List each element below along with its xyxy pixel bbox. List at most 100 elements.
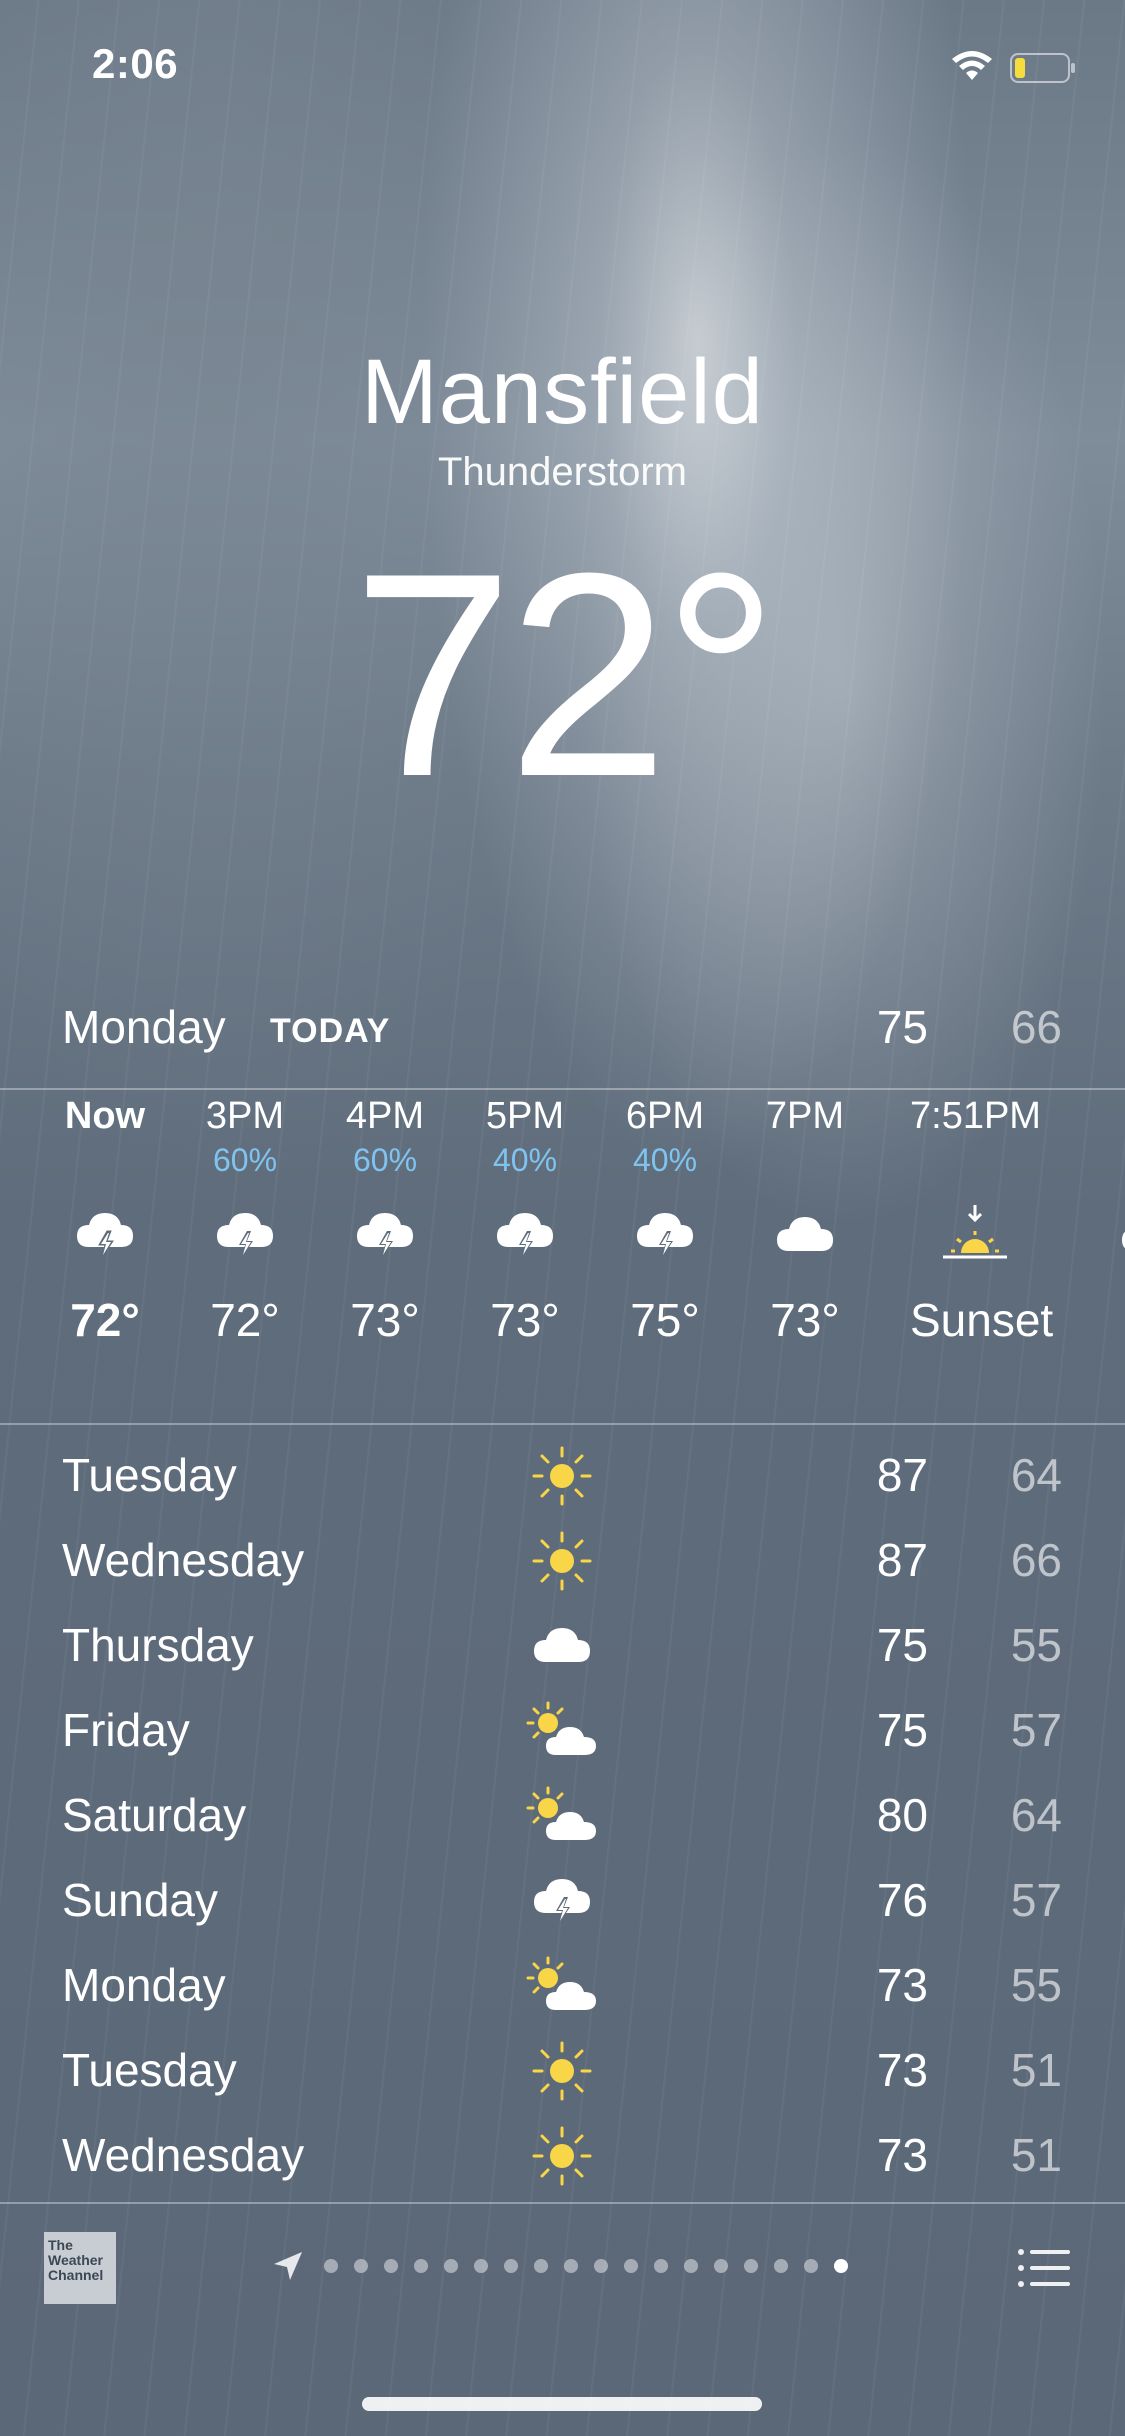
- day-low: 57: [1010, 1704, 1062, 1756]
- page-dot[interactable]: [624, 2259, 638, 2273]
- day-high: 80: [876, 1789, 928, 1841]
- today-low: 66: [1010, 1001, 1062, 1053]
- hour-item: 7PM 73°: [740, 1092, 870, 1350]
- hour-temp: 75°: [630, 1294, 700, 1346]
- current-temperature: 72°: [352, 513, 779, 837]
- today-summary-row: Monday TODAY 75 66: [0, 1000, 1125, 1056]
- hour-precip: 3: [1085, 1140, 1125, 1180]
- daily-row: Tuesday 73 51: [0, 2031, 1125, 2111]
- hourly-forecast[interactable]: Now 72° 3PM 60% 72° 4PM 60% 73° 5PM 40%: [0, 1092, 1125, 1422]
- thunderstorm-icon: [320, 1180, 450, 1290]
- thunderstorm-icon: [40, 1180, 170, 1290]
- day-name: Tuesday: [62, 2044, 237, 2096]
- page-dot[interactable]: [804, 2259, 818, 2273]
- hour-item: 8 3 7: [1085, 1092, 1125, 1350]
- day-name: Saturday: [62, 1789, 247, 1841]
- sun-icon: [522, 1436, 602, 1516]
- today-high: 75: [876, 1001, 928, 1053]
- page-dot[interactable]: [564, 2259, 578, 2273]
- page-dot[interactable]: [384, 2259, 398, 2273]
- page-dot[interactable]: [354, 2259, 368, 2273]
- page-dot[interactable]: [594, 2259, 608, 2273]
- hour-time: Now: [64, 1095, 146, 1137]
- page-dot[interactable]: [684, 2259, 698, 2273]
- hour-precip: 60%: [212, 1142, 278, 1178]
- location-arrow-icon[interactable]: [272, 2250, 304, 2282]
- day-name: Thursday: [62, 1619, 254, 1671]
- current-condition: Thunderstorm: [438, 450, 687, 494]
- page-dot[interactable]: [714, 2259, 728, 2273]
- hour-item: 5PM 40% 73°: [460, 1092, 590, 1350]
- page-dot[interactable]: [534, 2259, 548, 2273]
- hour-item: Now 72°: [40, 1092, 170, 1350]
- hour-time: 8: [1085, 1092, 1125, 1140]
- status-time: 2:06: [92, 40, 179, 87]
- day-low: 51: [1010, 2129, 1062, 2181]
- page-dot[interactable]: [504, 2259, 518, 2273]
- hour-time: 3PM: [205, 1095, 285, 1137]
- hour-time: 7PM: [765, 1095, 845, 1137]
- daily-row: Wednesday 87 66: [0, 1521, 1125, 1601]
- hour-time: 6PM: [625, 1095, 705, 1137]
- hour-temp: 7: [1085, 1290, 1125, 1350]
- daily-row: Friday 75 57: [0, 1691, 1125, 1771]
- daily-row: Monday 73 55: [0, 1946, 1125, 2026]
- hour-item: 4PM 60% 73°: [320, 1092, 450, 1350]
- page-dot[interactable]: [654, 2259, 668, 2273]
- hour-precip: [40, 1140, 170, 1180]
- day-name: Sunday: [62, 1874, 219, 1926]
- hour-precip: [910, 1140, 1040, 1180]
- day-high: 87: [876, 1534, 928, 1586]
- weather-screen: 2:06 Mansfield Thunderstorm 72° Monday T…: [0, 0, 1125, 2436]
- cloud-icon: [1085, 1180, 1125, 1290]
- page-dot[interactable]: [444, 2259, 458, 2273]
- page-dot[interactable]: [744, 2259, 758, 2273]
- thunderstorm-icon: [180, 1180, 310, 1290]
- day-name: Wednesday: [62, 2129, 305, 2181]
- city-list-icon[interactable]: [1016, 2246, 1072, 2290]
- city-name: Mansfield: [361, 341, 764, 443]
- day-low: 66: [1010, 1534, 1062, 1586]
- daily-row: Thursday 75 55: [0, 1606, 1125, 1686]
- day-high: 73: [876, 1959, 928, 2011]
- day-high: 75: [876, 1619, 928, 1671]
- hour-temp: Sunset: [910, 1294, 1054, 1346]
- hour-temp: 73°: [770, 1294, 840, 1346]
- day-high: 87: [876, 1449, 928, 1501]
- hour-item: 7:51PM Sunset: [910, 1092, 1054, 1350]
- page-indicator[interactable]: [272, 2246, 856, 2286]
- partly-cloudy-icon: [522, 1776, 602, 1856]
- home-indicator[interactable]: [362, 2397, 762, 2411]
- page-dot[interactable]: [834, 2259, 848, 2273]
- page-dot[interactable]: [774, 2259, 788, 2273]
- hour-time: 7:51PM: [910, 1095, 1041, 1137]
- page-dot[interactable]: [324, 2259, 338, 2273]
- hour-temp: 73°: [490, 1294, 560, 1346]
- day-low: 64: [1010, 1789, 1062, 1841]
- day-name: Wednesday: [62, 1534, 305, 1586]
- cloud-icon: [740, 1180, 870, 1290]
- daily-row: Tuesday 87 64: [0, 1436, 1125, 1516]
- day-high: 76: [876, 1874, 928, 1926]
- daily-row: Saturday 80 64: [0, 1776, 1125, 1856]
- day-high: 73: [876, 2129, 928, 2181]
- page-dot[interactable]: [474, 2259, 488, 2273]
- day-low: 57: [1010, 1874, 1062, 1926]
- partly-cloudy-icon: [522, 1946, 602, 2026]
- weather-channel-logo[interactable]: The Weather Channel: [44, 2232, 116, 2304]
- day-low: 55: [1010, 1619, 1062, 1671]
- hour-temp: 72°: [210, 1294, 280, 1346]
- divider: [0, 2202, 1125, 2204]
- day-low: 55: [1010, 1959, 1062, 2011]
- thunderstorm-icon: [522, 1861, 602, 1941]
- hour-precip: [740, 1140, 870, 1180]
- daily-row: Wednesday 73 51: [0, 2116, 1125, 2196]
- page-dots[interactable]: [316, 2259, 856, 2273]
- day-low: 51: [1010, 2044, 1062, 2096]
- page-dot[interactable]: [414, 2259, 428, 2273]
- sun-icon: [522, 1521, 602, 1601]
- day-low: 64: [1010, 1449, 1062, 1501]
- day-name: Tuesday: [62, 1449, 237, 1501]
- day-name: Friday: [62, 1704, 190, 1756]
- sunset-icon: [910, 1180, 1040, 1290]
